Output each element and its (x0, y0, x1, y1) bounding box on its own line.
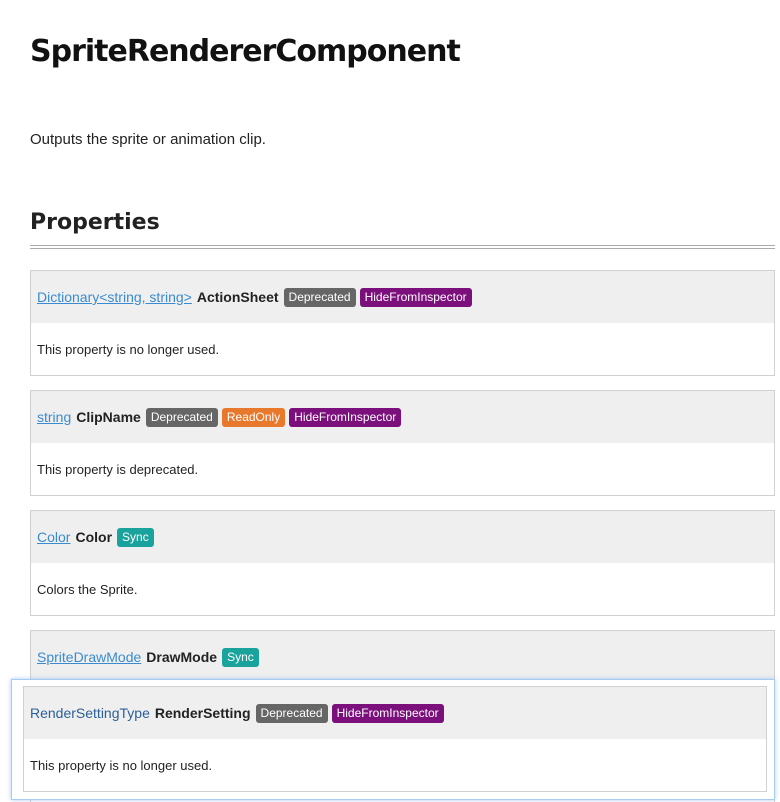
type-link-color[interactable]: Color (37, 529, 70, 545)
hide-from-inspector-badge: HideFromInspector (331, 703, 444, 723)
sync-badge: Sync (222, 647, 259, 667)
property-name: ClipName (76, 409, 141, 425)
property-card-actionsheet: Dictionary<string, string> ActionSheet D… (30, 270, 775, 376)
deprecated-badge: Deprecated (255, 703, 328, 723)
property-name: DrawMode (146, 649, 218, 665)
property-description: This property is deprecated. (31, 443, 774, 495)
property-card-color: Color Color Sync Colors the Sprite. (30, 510, 775, 616)
type-link-string[interactable]: string (37, 409, 71, 425)
section-divider (30, 245, 775, 249)
property-description-text: Colors the Sprite. (37, 581, 138, 597)
property-description-text: This property is no longer used. (30, 757, 213, 773)
type-name-rendersettingtype: RenderSettingType (30, 705, 150, 721)
property-header: Color Color Sync (31, 511, 774, 563)
property-description-text: This property is no longer used. (37, 341, 220, 357)
readonly-badge: ReadOnly (221, 407, 286, 427)
property-name: RenderSetting (154, 705, 251, 721)
property-name: Color (75, 529, 113, 545)
property-description: Colors the Sprite. (31, 563, 774, 615)
property-name: ActionSheet (196, 289, 279, 305)
property-header: string ClipName Deprecated ReadOnly Hide… (31, 391, 774, 443)
type-link-dictionary[interactable]: Dictionary<string, string> (37, 289, 192, 305)
deprecated-badge: Deprecated (283, 287, 356, 307)
properties-heading: Properties (30, 210, 160, 235)
hide-from-inspector-badge: HideFromInspector (359, 287, 472, 307)
property-header: RenderSettingType RenderSetting Deprecat… (24, 687, 766, 739)
sync-badge: Sync (117, 527, 154, 547)
property-card-rendersetting: RenderSettingType RenderSetting Deprecat… (23, 686, 767, 792)
property-header: SpriteDrawMode DrawMode Sync (31, 631, 774, 683)
hide-from-inspector-badge: HideFromInspector (289, 407, 402, 427)
highlighted-property-overlay: RenderSettingType RenderSetting Deprecat… (11, 679, 775, 800)
property-description: This property is no longer used. (31, 323, 774, 375)
property-description-text: This property is deprecated. (37, 461, 199, 477)
property-header: Dictionary<string, string> ActionSheet D… (31, 271, 774, 323)
page-title: SpriteRendererComponent (30, 34, 461, 69)
property-card-clipname: string ClipName Deprecated ReadOnly Hide… (30, 390, 775, 496)
property-description: This property is no longer used. (24, 739, 766, 791)
type-link-spritedrawmode[interactable]: SpriteDrawMode (37, 649, 141, 665)
page-description: Outputs the sprite or animation clip. (30, 131, 266, 148)
deprecated-badge: Deprecated (145, 407, 218, 427)
